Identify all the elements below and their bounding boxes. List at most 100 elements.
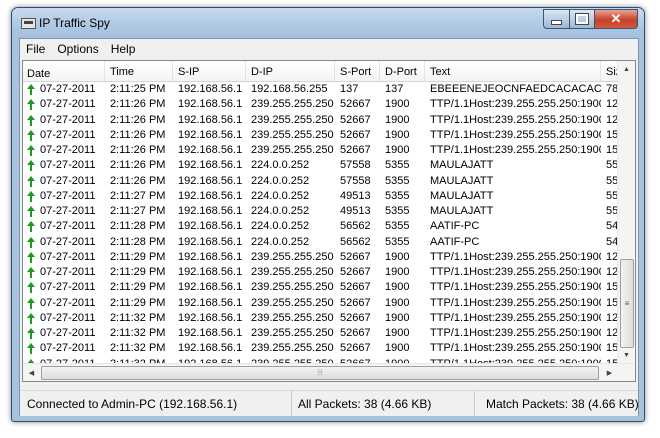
- status-connection: Connected to Admin-PC (192.168.56.1): [20, 391, 292, 416]
- cell-destination-port: 5355: [385, 174, 410, 187]
- table-row[interactable]: 07-27-2011 2:11:26 PM 192.168.56.1 239.255.…: [23, 113, 619, 128]
- list-rows: 07-27-2011 2:11:25 PM 192.168.56.1 192.168.…: [23, 82, 619, 372]
- cell-date: 07-27-2011: [23, 204, 105, 219]
- cell-destination-ip: 224.0.0.252: [251, 205, 310, 217]
- cell-date-text: 07-27-2011: [40, 189, 96, 202]
- cell-time: 2:11:26 PM: [110, 98, 166, 111]
- cell-date-text: 07-27-2011: [40, 113, 96, 126]
- green-up-arrow-icon: [27, 206, 36, 218]
- table-row[interactable]: 07-27-2011 2:11:26 PM 192.168.56.1 224.0.0.…: [23, 174, 619, 189]
- green-up-arrow-icon: [27, 114, 36, 126]
- scroll-up-arrow-icon[interactable]: ▲: [618, 61, 635, 78]
- cell-date-text: 07-27-2011: [40, 296, 96, 309]
- cell-date-text: 07-27-2011: [40, 220, 96, 233]
- cell-destination-port: 5355: [385, 220, 410, 233]
- table-row[interactable]: 07-27-2011 2:11:29 PM 192.168.56.1 239.255.…: [23, 265, 619, 280]
- vertical-scrollbar[interactable]: ▲ ≡ ▼: [617, 61, 635, 364]
- horizontal-scroll-thumb[interactable]: ⦙⦙⦙: [41, 366, 599, 380]
- cell-time: 2:11:26 PM: [110, 113, 166, 126]
- cell-time: 2:11:28 PM: [110, 220, 166, 233]
- column-header-source-port[interactable]: S-Port: [335, 61, 380, 81]
- title-bar[interactable]: IP Traffic Spy ✕: [12, 8, 644, 38]
- scroll-right-arrow-icon[interactable]: ▶: [601, 364, 618, 381]
- cell-destination-ip: 224.0.0.252: [251, 189, 310, 202]
- table-row[interactable]: 07-27-2011 2:11:27 PM 192.168.56.1 224.0.0.…: [23, 204, 619, 219]
- table-row[interactable]: 07-27-2011 2:11:29 PM 192.168.56.1 239.255.…: [23, 296, 619, 311]
- table-row[interactable]: 07-27-2011 2:11:32 PM 192.168.56.1 239.255.…: [23, 326, 619, 341]
- table-row[interactable]: 07-27-2011 2:11:26 PM 192.168.56.1 239.255.…: [23, 97, 619, 112]
- cell-time: 2:11:29 PM: [110, 250, 166, 263]
- cell-source-port: 49513: [340, 189, 371, 202]
- cell-destination-ip: 239.255.255.250: [251, 144, 334, 156]
- menu-options[interactable]: Options: [51, 39, 104, 58]
- table-row[interactable]: 07-27-2011 2:11:26 PM 192.168.56.1 239.255.…: [23, 143, 619, 158]
- cell-destination-port: 1900: [385, 327, 410, 339]
- cell-destination-ip: 239.255.255.250: [251, 311, 334, 324]
- table-row[interactable]: 07-27-2011 2:11:27 PM 192.168.56.1 224.0.0.…: [23, 189, 619, 204]
- table-row[interactable]: 07-27-2011 2:11:32 PM 192.168.56.1 239.255.…: [23, 311, 619, 326]
- cell-source-port: 52667: [340, 296, 371, 309]
- cell-destination-port: 5355: [385, 159, 410, 172]
- cell-text: TTP/1.1Host:239.255.255.250:1900...: [430, 113, 601, 126]
- table-row[interactable]: 07-27-2011 2:11:28 PM 192.168.56.1 224.0.0.…: [23, 219, 619, 234]
- scroll-down-arrow-icon[interactable]: ▼: [618, 347, 635, 364]
- cell-destination-ip: 239.255.255.250: [251, 296, 334, 309]
- table-row[interactable]: 07-27-2011 2:11:25 PM 192.168.56.1 192.168.…: [23, 82, 619, 97]
- cell-destination-ip: 239.255.255.250: [251, 281, 334, 294]
- cell-source-port: 52667: [340, 342, 371, 355]
- cell-source-ip: 192.168.56.1: [178, 235, 243, 248]
- app-icon: [21, 18, 36, 29]
- green-up-arrow-icon: [27, 145, 36, 157]
- cell-source-port: 52667: [340, 250, 371, 263]
- cell-date: 07-27-2011: [23, 158, 105, 173]
- cell-date: 07-27-2011: [23, 250, 105, 265]
- green-up-arrow-icon: [27, 297, 36, 309]
- cell-date-text: 07-27-2011: [40, 128, 96, 141]
- column-header-destination-ip[interactable]: D-IP: [246, 61, 335, 81]
- table-row[interactable]: 07-27-2011 2:11:32 PM 192.168.56.1 239.255.…: [23, 341, 619, 356]
- cell-date-text: 07-27-2011: [40, 159, 96, 172]
- scroll-left-arrow-icon[interactable]: ◀: [23, 364, 40, 381]
- cell-time: 2:11:32 PM: [110, 311, 166, 324]
- status-all-packets: All Packets: 38 (4.66 KB): [292, 391, 475, 416]
- cell-source-ip: 192.168.56.1: [178, 311, 243, 324]
- column-header-time[interactable]: Time: [105, 61, 173, 81]
- column-header-date[interactable]: Date: [23, 61, 105, 81]
- cell-destination-port: 1900: [385, 311, 410, 324]
- green-up-arrow-icon: [27, 99, 36, 111]
- table-row[interactable]: 07-27-2011 2:11:29 PM 192.168.56.1 239.255.…: [23, 250, 619, 265]
- packet-list[interactable]: Date Time S-IP D-IP S-Port D-Port Text S…: [22, 60, 636, 382]
- maximize-button[interactable]: [569, 9, 594, 29]
- green-up-arrow-icon: [27, 190, 36, 202]
- cell-text: TTP/1.1Host:239.255.255.250:1900...: [430, 327, 601, 339]
- minimize-button[interactable]: [543, 9, 569, 29]
- app-window: IP Traffic Spy ✕ File Options Help Date …: [11, 7, 645, 422]
- cell-date: 07-27-2011: [23, 97, 105, 112]
- cell-date: 07-27-2011: [23, 265, 105, 280]
- table-row[interactable]: 07-27-2011 2:11:26 PM 192.168.56.1 239.255.…: [23, 128, 619, 143]
- horizontal-scrollbar[interactable]: ◀ ⦙⦙⦙ ▶: [23, 363, 635, 381]
- cell-text: TTP/1.1Host:239.255.255.250:1900...: [430, 311, 601, 324]
- column-header-destination-port[interactable]: D-Port: [380, 61, 425, 81]
- column-header-source-ip[interactable]: S-IP: [173, 61, 246, 81]
- cell-date-text: 07-27-2011: [40, 144, 96, 157]
- cell-date-text: 07-27-2011: [40, 98, 96, 111]
- cell-source-port: 52667: [340, 311, 371, 324]
- cell-text: TTP/1.1Host:239.255.255.250:1900...: [430, 128, 601, 141]
- cell-time: 2:11:29 PM: [110, 296, 166, 309]
- table-row[interactable]: 07-27-2011 2:11:29 PM 192.168.56.1 239.255.…: [23, 280, 619, 295]
- menu-file[interactable]: File: [20, 39, 51, 58]
- green-up-arrow-icon: [27, 267, 36, 279]
- menu-help[interactable]: Help: [105, 39, 142, 58]
- close-button[interactable]: ✕: [594, 9, 638, 29]
- table-row[interactable]: 07-27-2011 2:11:26 PM 192.168.56.1 224.0.0.…: [23, 158, 619, 173]
- window-title: IP Traffic Spy: [39, 16, 110, 30]
- vertical-scroll-thumb[interactable]: ≡: [620, 259, 634, 348]
- cell-time: 2:11:32 PM: [110, 342, 166, 355]
- cell-source-port: 56562: [340, 235, 371, 248]
- cell-date: 07-27-2011: [23, 82, 105, 97]
- cell-destination-port: 5355: [385, 235, 410, 248]
- table-row[interactable]: 07-27-2011 2:11:28 PM 192.168.56.1 224.0.0.…: [23, 235, 619, 250]
- column-header-text[interactable]: Text: [425, 61, 601, 81]
- cell-source-ip: 192.168.56.1: [178, 342, 243, 355]
